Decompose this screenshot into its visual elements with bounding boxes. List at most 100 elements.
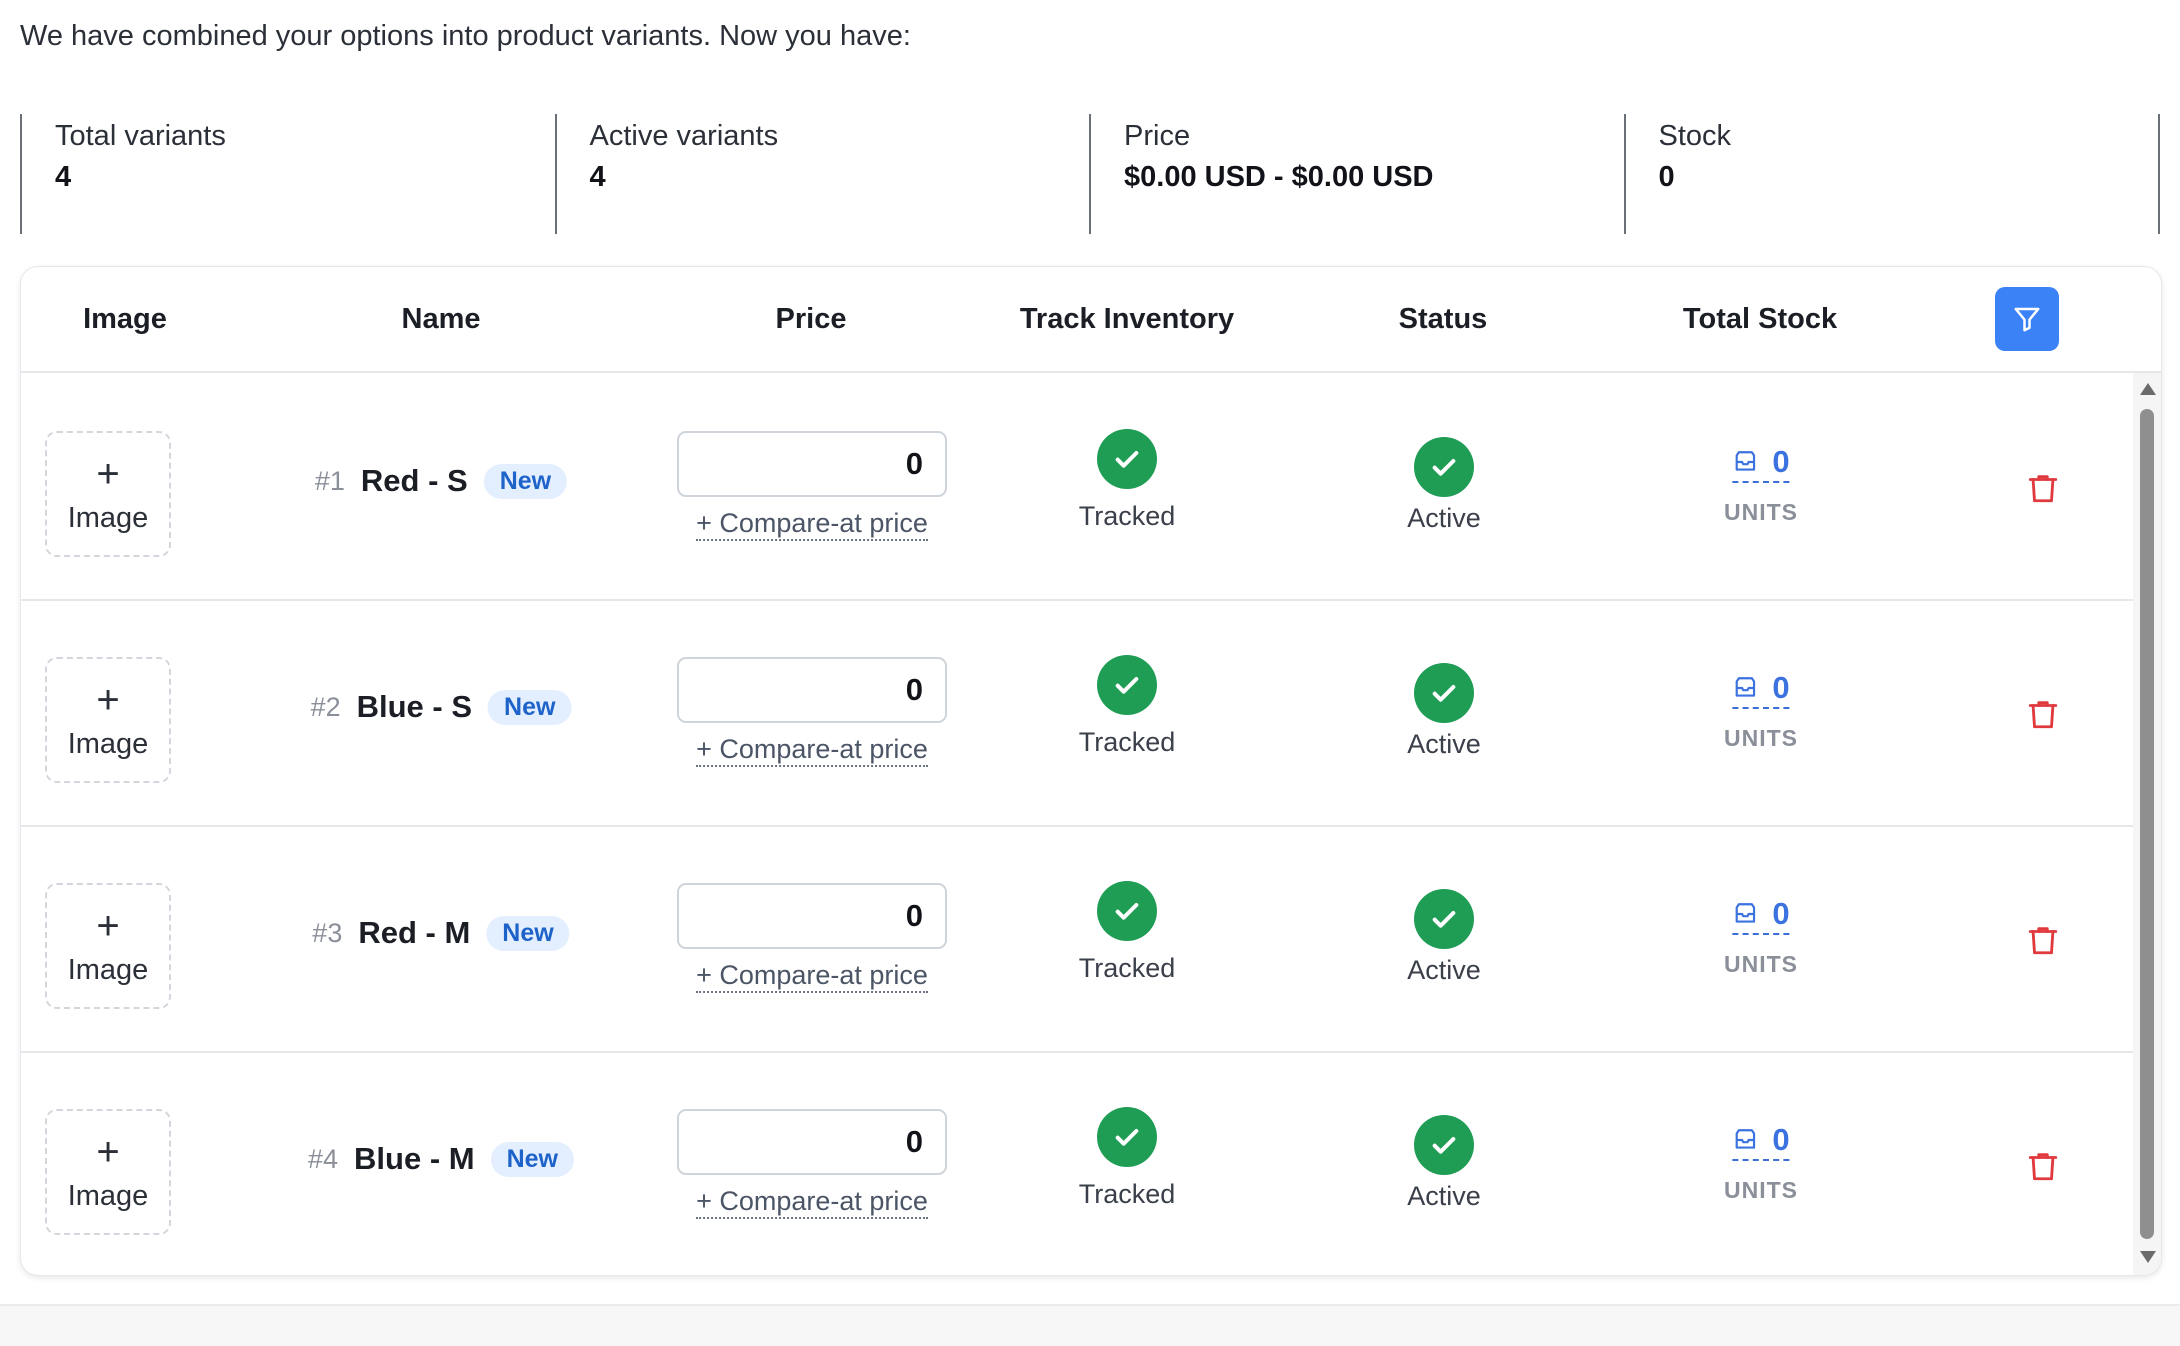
table-row: + Image #2 Blue - S New + Compare-at pri…: [21, 599, 2133, 827]
filter-icon: [2014, 307, 2040, 332]
stock-link[interactable]: 0: [1732, 444, 1790, 483]
add-image-button[interactable]: + Image: [45, 431, 171, 557]
inbox-icon: [1735, 451, 1756, 471]
delete-variant-button[interactable]: [2023, 1145, 2063, 1187]
trash-icon: [2028, 927, 2058, 955]
active-check-icon[interactable]: [1414, 663, 1474, 723]
variant-number: #3: [312, 917, 343, 948]
scroll-up-arrow[interactable]: [2140, 383, 2156, 395]
variant-name: Blue - S: [356, 689, 473, 724]
trash-icon: [2028, 1153, 2058, 1181]
add-image-label: Image: [67, 727, 149, 760]
compare-at-price-link[interactable]: + Compare-at price: [696, 507, 928, 541]
column-header-track-inventory: Track Inventory: [1019, 303, 1235, 335]
add-image-label: Image: [67, 1179, 149, 1212]
stock-value: 0: [1772, 444, 1790, 479]
stat-value: $0.00 USD - $0.00 USD: [1124, 161, 1434, 193]
delete-variant-button[interactable]: [2023, 693, 2063, 735]
stat-label: Total variants: [55, 120, 226, 152]
add-image-label: Image: [67, 501, 149, 534]
status-label: Active: [1407, 1181, 1481, 1211]
units-label: UNITS: [1724, 1177, 1798, 1203]
stat-value: 4: [589, 161, 606, 193]
units-label: UNITS: [1724, 951, 1798, 977]
table-header: Image Name Price Track Inventory Status …: [21, 267, 2161, 373]
inbox-icon: [1735, 903, 1756, 923]
variants-table: Image Name Price Track Inventory Status …: [20, 266, 2162, 1276]
active-check-icon[interactable]: [1414, 889, 1474, 949]
price-input[interactable]: [677, 657, 947, 723]
inbox-icon: [1735, 1129, 1756, 1149]
compare-at-price-link[interactable]: + Compare-at price: [696, 959, 928, 993]
column-header-price: Price: [775, 303, 847, 335]
summary-total-variants: Total variants 4: [20, 114, 555, 234]
variant-name-cell: #2 Blue - S New: [311, 689, 572, 725]
compare-at-price-link[interactable]: + Compare-at price: [696, 1185, 928, 1219]
plus-icon: +: [96, 1129, 120, 1174]
add-image-button[interactable]: + Image: [45, 883, 171, 1009]
plus-icon: +: [96, 903, 120, 948]
variant-summary: Total variants 4 Active variants 4 Price…: [20, 114, 2160, 234]
status-label: Active: [1407, 955, 1481, 985]
variant-number: #1: [314, 465, 345, 496]
variant-name-cell: #4 Blue - M New: [307, 1141, 575, 1177]
active-check-icon[interactable]: [1414, 1115, 1474, 1175]
column-header-status: Status: [1398, 303, 1488, 335]
inbox-icon: [1735, 677, 1756, 697]
stat-value: 4: [55, 161, 72, 193]
stock-link[interactable]: 0: [1732, 896, 1790, 935]
tracked-check-icon[interactable]: [1097, 881, 1157, 941]
stock-value: 0: [1772, 670, 1790, 705]
track-inventory-label: Tracked: [1078, 1179, 1176, 1209]
tracked-check-icon[interactable]: [1097, 1107, 1157, 1167]
stat-label: Stock: [1658, 120, 1732, 152]
add-image-button[interactable]: + Image: [45, 1109, 171, 1235]
intro-text: We have combined your options into produ…: [20, 20, 911, 52]
column-header-image: Image: [83, 303, 167, 335]
stock-value: 0: [1772, 896, 1790, 931]
scroll-thumb[interactable]: [2140, 409, 2154, 1239]
scroll-down-arrow[interactable]: [2140, 1251, 2156, 1263]
table-row: + Image #3 Red - M New + Compare-at pric…: [21, 825, 2133, 1053]
active-check-icon[interactable]: [1414, 437, 1474, 497]
table-scrollbar[interactable]: [2133, 373, 2161, 1275]
new-badge: New: [488, 689, 572, 725]
delete-variant-button[interactable]: [2023, 919, 2063, 961]
stock-link[interactable]: 0: [1732, 670, 1790, 709]
price-input[interactable]: [677, 883, 947, 949]
tracked-check-icon[interactable]: [1097, 655, 1157, 715]
column-header-name: Name: [401, 303, 481, 335]
price-input[interactable]: [677, 1109, 947, 1175]
add-image-label: Image: [67, 953, 149, 986]
bottom-bar: [0, 1304, 2180, 1346]
trash-icon: [2028, 475, 2058, 503]
stat-label: Price: [1124, 120, 1191, 152]
plus-icon: +: [96, 677, 120, 722]
stat-value: 0: [1658, 161, 1675, 193]
trash-icon: [2028, 701, 2058, 729]
variant-name-cell: #3 Red - M New: [312, 915, 570, 951]
tracked-check-icon[interactable]: [1097, 429, 1157, 489]
plus-icon: +: [96, 451, 120, 496]
status-label: Active: [1407, 729, 1481, 759]
new-badge: New: [483, 463, 568, 499]
table-row: + Image #4 Blue - M New + Compare-at pri…: [21, 1051, 2133, 1275]
filter-button[interactable]: [1995, 287, 2059, 351]
add-image-button[interactable]: + Image: [45, 657, 171, 783]
new-badge: New: [490, 1141, 575, 1177]
variant-number: #4: [307, 1143, 339, 1174]
track-inventory-label: Tracked: [1078, 953, 1176, 983]
variant-name: Blue - M: [354, 1141, 475, 1176]
variant-number: #2: [310, 691, 341, 722]
stat-label: Active variants: [589, 120, 779, 152]
delete-variant-button[interactable]: [2023, 467, 2063, 509]
variant-name-cell: #1 Red - S New: [314, 463, 568, 499]
compare-at-price-link[interactable]: + Compare-at price: [696, 733, 928, 767]
stock-link[interactable]: 0: [1732, 1123, 1790, 1161]
track-inventory-label: Tracked: [1078, 501, 1176, 531]
units-label: UNITS: [1724, 499, 1798, 525]
track-inventory-label: Tracked: [1078, 727, 1176, 757]
new-badge: New: [486, 915, 570, 951]
column-header-total-stock: Total Stock: [1682, 303, 1838, 335]
price-input[interactable]: [677, 431, 947, 497]
